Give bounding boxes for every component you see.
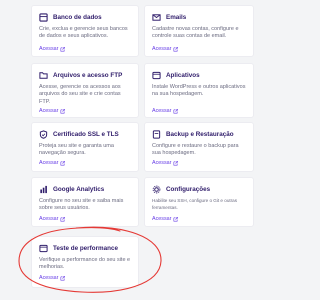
card-access-link[interactable]: Acessar [152, 46, 179, 52]
card-title: Emails [166, 14, 187, 21]
card-title: Banco de dados [53, 14, 102, 21]
external-link-icon [60, 108, 66, 114]
external-link-icon [173, 108, 179, 114]
card-teste-de-performance: Teste de performance Verifique a perform… [31, 236, 139, 288]
access-link-label: Acessar [39, 275, 59, 281]
access-link-label: Acessar [152, 46, 172, 52]
access-link-label: Acessar [39, 216, 59, 222]
folder-icon [39, 71, 48, 80]
access-link-label: Acessar [39, 46, 59, 52]
external-link-icon [60, 46, 66, 52]
access-link-label: Acessar [39, 108, 59, 114]
external-link-icon [173, 160, 179, 166]
access-link-label: Acessar [39, 160, 59, 166]
card-title: Backup e Restauração [166, 131, 234, 138]
card-description: Acesse, gerencie os acessos aos arquivos… [39, 84, 121, 105]
database-icon [39, 13, 48, 22]
card-description: Proteja seu site e garanta uma navegação… [39, 143, 114, 157]
card-aplicativos: Aplicativos Instale WordPress e outros a… [144, 63, 254, 118]
card-access-link[interactable]: Acessar [152, 216, 179, 222]
card-certificado-ssl: Certificado SSL e TLS Proteja seu site e… [31, 122, 139, 172]
performance-icon [39, 244, 48, 253]
backup-icon [152, 130, 161, 139]
mail-icon [152, 13, 161, 22]
card-access-link[interactable]: Acessar [39, 275, 66, 281]
card-access-link[interactable]: Acessar [39, 160, 66, 166]
external-link-icon [60, 160, 66, 166]
card-configuracoes: Configurações Habilite seu SSH, configur… [144, 177, 254, 227]
card-title: Arquivos e acesso FTP [53, 72, 123, 79]
card-title: Certificado SSL e TLS [53, 131, 119, 138]
card-description: Configure no seu site e saiba mais sobre… [39, 198, 124, 212]
access-link-label: Acessar [152, 216, 172, 222]
card-title: Configurações [166, 186, 211, 193]
card-description: Configure e restaure o backup para sua h… [152, 143, 239, 157]
card-banco-de-dados: Banco de dados Crie, exclua e gerencie s… [31, 5, 139, 57]
card-access-link[interactable]: Acessar [39, 46, 66, 52]
access-link-label: Acessar [152, 108, 172, 114]
card-access-link[interactable]: Acessar [39, 216, 66, 222]
external-link-icon [173, 46, 179, 52]
card-description: Cadastre novas contas, configure e contr… [152, 26, 239, 40]
card-google-analytics: Google Analytics Configure no seu site e… [31, 177, 139, 227]
card-title: Google Analytics [53, 186, 105, 193]
analytics-icon [39, 185, 48, 194]
card-access-link[interactable]: Acessar [152, 108, 179, 114]
external-link-icon [60, 216, 66, 222]
external-link-icon [60, 275, 66, 281]
settings-icon [152, 185, 161, 194]
card-arquivos-ftp: Arquivos e acesso FTP Acesse, gerencie o… [31, 63, 139, 118]
card-access-link[interactable]: Acessar [39, 108, 66, 114]
card-description: Instale WordPress e outros aplicativos n… [152, 84, 246, 98]
access-link-label: Acessar [152, 160, 172, 166]
card-access-link[interactable]: Acessar [152, 160, 179, 166]
apps-icon [152, 71, 161, 80]
external-link-icon [173, 216, 179, 222]
card-title: Teste de performance [53, 245, 118, 252]
card-description: Verifique a performance do seu site e me… [39, 257, 131, 271]
ssl-shield-icon [39, 130, 48, 139]
card-backup-restauracao: Backup e Restauração Configure e restaur… [144, 122, 254, 172]
card-emails: Emails Cadastre novas contas, configure … [144, 5, 254, 57]
card-description: Crie, exclua e gerencie seus bancos de d… [39, 26, 128, 40]
card-title: Aplicativos [166, 72, 200, 79]
card-description: Habilite seu SSH, configure o Git e outr… [152, 198, 238, 210]
